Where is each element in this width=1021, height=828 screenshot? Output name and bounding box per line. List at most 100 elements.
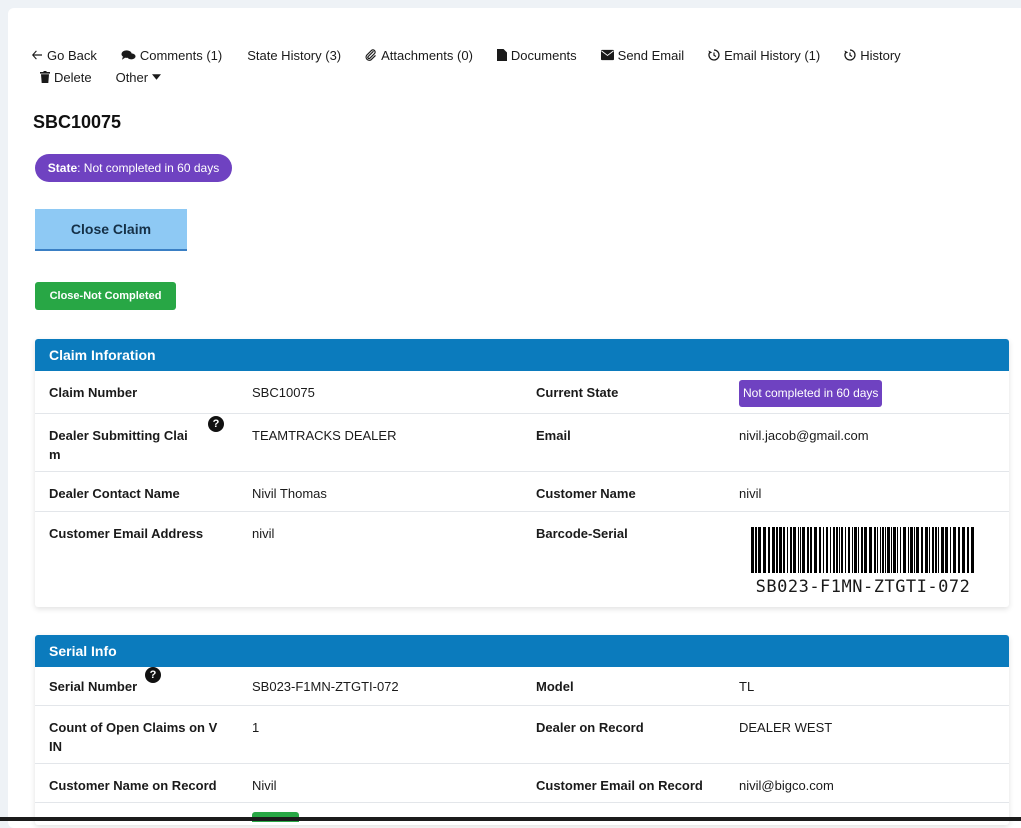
- barcode-bar: [841, 527, 843, 573]
- open-claims-value: 1: [252, 720, 260, 735]
- barcode-bar: [874, 527, 876, 573]
- action-toolbar: Go Back Comments (1) State History (3) A…: [31, 44, 931, 88]
- barcode-bar: [953, 527, 956, 573]
- barcode-bar: [900, 527, 901, 573]
- barcode-bar: [908, 527, 909, 573]
- barcode-bar: [807, 527, 809, 573]
- barcode-bar: [932, 527, 934, 573]
- arrow-left-icon: [32, 50, 42, 60]
- barcode-bar: [854, 527, 857, 573]
- barcode-bar: [763, 527, 766, 573]
- email-history-label: Email History (1): [724, 47, 821, 63]
- close-not-completed-button[interactable]: Close-Not Completed: [35, 282, 176, 310]
- barcode-bar: [962, 527, 965, 573]
- caret-down-icon: [152, 74, 162, 80]
- barcode-bar: [819, 527, 821, 573]
- serial-info-header: Serial Info: [35, 635, 1009, 667]
- state-history-label: State History (3): [247, 47, 342, 63]
- send-email-link[interactable]: Send Email: [600, 47, 685, 63]
- help-icon[interactable]: ?: [145, 667, 161, 683]
- attachments-link[interactable]: Attachments (0): [365, 48, 473, 63]
- barcode-bar: [814, 527, 817, 573]
- barcode-bar: [941, 527, 944, 573]
- barcode-bar: [768, 527, 770, 573]
- model-value: TL: [739, 679, 755, 694]
- table-row: Count of Open Claims on V IN 1 Dealer on…: [35, 706, 1009, 764]
- barcode-bar: [779, 527, 782, 573]
- email-label: Email: [536, 428, 571, 443]
- serial-number-label: Serial Number: [49, 679, 138, 694]
- barcode-serial-label: Barcode-Serial: [536, 526, 628, 541]
- email-value: nivil.jacob@gmail.com: [739, 428, 869, 443]
- comments-label: Comments (1): [139, 47, 223, 63]
- customer-name-on-record-value: Nivil: [252, 778, 277, 793]
- serial-number-value: SB023-F1MN-ZTGTI-072: [252, 679, 399, 694]
- barcode-bar: [967, 527, 969, 573]
- customer-name-label: Customer Name: [536, 486, 636, 501]
- documents-link[interactable]: Documents: [496, 47, 577, 63]
- history-link[interactable]: History: [844, 48, 901, 63]
- barcode-bar: [800, 527, 801, 573]
- customer-email-label: Customer Email Address: [49, 526, 204, 541]
- page-title: SBC10075: [33, 112, 122, 132]
- barcode-bar: [897, 527, 898, 573]
- open-claims-label: Count of Open Claims on V IN: [49, 720, 218, 754]
- barcode-bar: [887, 527, 890, 573]
- state-pill-label: State: [47, 161, 78, 175]
- barcode-bar: [802, 527, 805, 573]
- current-state-badge: Not completed in 60 days: [739, 380, 883, 407]
- barcode-bar: [826, 527, 828, 573]
- delete-label: Delete: [54, 69, 92, 85]
- table-row: Dealer Submitting Clai m ? TEAMTRACKS DE…: [35, 414, 1009, 472]
- close-claim-button[interactable]: Close Claim: [35, 209, 187, 251]
- barcode-bar: [869, 527, 872, 573]
- state-history-link[interactable]: State History (3): [247, 48, 341, 63]
- model-label: Model: [536, 679, 574, 694]
- barcode-bar: [772, 527, 775, 573]
- barcode-bar: [903, 527, 906, 573]
- barcode-bar: [858, 527, 859, 573]
- customer-email-on-record-value: nivil@bigco.com: [739, 778, 834, 793]
- other-dropdown[interactable]: Other: [116, 70, 162, 85]
- barcode-bar: [885, 527, 886, 573]
- barcode-bar: [925, 527, 928, 573]
- claim-number-value: SBC10075: [252, 385, 315, 400]
- go-back-link[interactable]: Go Back: [31, 48, 97, 63]
- paperclip-icon: [365, 49, 377, 61]
- barcode-bar: [833, 527, 835, 573]
- envelope-icon: [600, 49, 614, 61]
- barcode-bar: [861, 527, 863, 573]
- claim-number-label: Claim Number: [49, 385, 138, 400]
- documents-label: Documents: [510, 47, 577, 63]
- dealer-on-record-label: Dealer on Record: [536, 720, 644, 735]
- dealer-contact-label: Dealer Contact Name: [49, 486, 180, 501]
- dealer-submitting-value: TEAMTRACKS DEALER: [252, 428, 397, 443]
- barcode-bar: [751, 527, 754, 573]
- barcode-bar: [839, 527, 840, 573]
- delete-link[interactable]: Delete: [40, 70, 92, 85]
- help-icon[interactable]: ?: [208, 416, 224, 432]
- barcode-bar: [864, 527, 867, 573]
- barcode-bar: [958, 527, 960, 573]
- serial-info-panel: Serial Info Serial Number ? SB023-F1MN-Z…: [35, 635, 1009, 825]
- barcode-text: SB023-F1MN-ZTGTI-072: [755, 577, 971, 597]
- comments-link[interactable]: Comments (1): [121, 48, 222, 63]
- barcode-bar: [758, 527, 761, 573]
- send-email-label: Send Email: [617, 47, 685, 63]
- barcode-bar: [755, 527, 757, 573]
- history-icon: [708, 49, 720, 61]
- barcode-bar: [823, 527, 824, 573]
- document-icon: [496, 49, 507, 61]
- barcode-bar: [929, 527, 930, 573]
- table-row: Claim Number SBC10075 Current State Not …: [35, 371, 1009, 414]
- history-icon: [844, 49, 856, 61]
- customer-email-value: nivil: [252, 526, 275, 541]
- barcode-bar: [921, 527, 923, 573]
- email-history-link[interactable]: Email History (1): [708, 48, 820, 63]
- table-row: Dealer Contact Name Nivil Thomas Custome…: [35, 472, 1009, 512]
- barcode-bar: [882, 527, 884, 573]
- barcode-bar: [810, 527, 812, 573]
- barcode-bar: [848, 527, 850, 573]
- attachments-label: Attachments (0): [381, 47, 473, 63]
- table-row: Customer Email Address nivil Barcode-Ser…: [35, 512, 1009, 609]
